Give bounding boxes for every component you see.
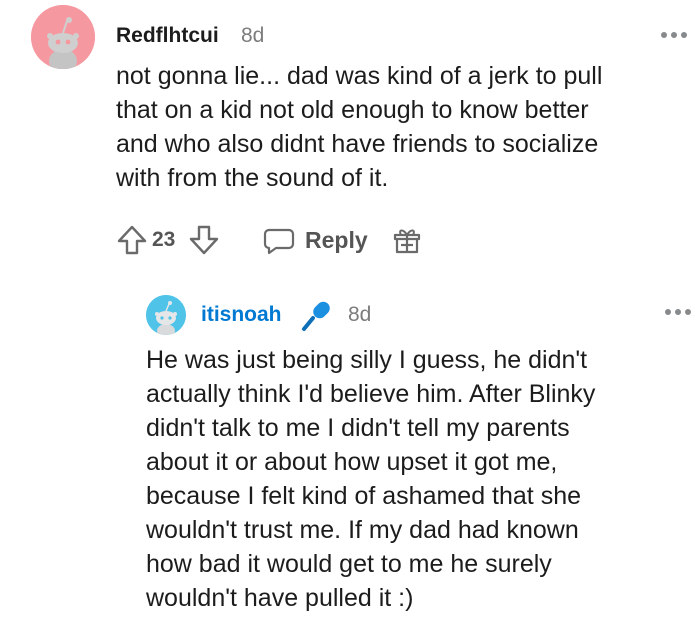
comment-timestamp: 8d — [348, 303, 372, 326]
award-icon[interactable] — [391, 225, 423, 255]
comment-timestamp: 8d — [241, 24, 265, 47]
reply-label: Reply — [305, 227, 368, 253]
comment-actions: 23 Reply — [116, 220, 516, 260]
microphone-icon — [302, 301, 330, 331]
vote-score: 23 — [152, 228, 176, 251]
downvote-icon[interactable] — [188, 224, 220, 256]
comment-redflhtcui: Redflhtcui 8d not gonna lie... dad was k… — [0, 0, 700, 280]
comment-itisnoah: itisnoah 8d He was just being silly I gu… — [110, 280, 700, 619]
avatar[interactable] — [146, 295, 186, 335]
comment-username[interactable]: itisnoah — [201, 303, 282, 327]
more-options-icon[interactable] — [664, 307, 692, 317]
snoo-avatar-icon — [146, 295, 186, 335]
snoo-avatar-icon — [31, 5, 95, 69]
reply-icon — [263, 228, 295, 255]
avatar[interactable] — [31, 5, 95, 69]
comment-body: not gonna lie... dad was kind of a jerk … — [116, 62, 603, 192]
upvote-icon[interactable] — [116, 224, 148, 256]
comment-body: He was just being silly I guess, he didn… — [146, 346, 596, 612]
comment-username[interactable]: Redflhtcui — [116, 24, 219, 48]
more-options-icon[interactable] — [660, 30, 688, 40]
